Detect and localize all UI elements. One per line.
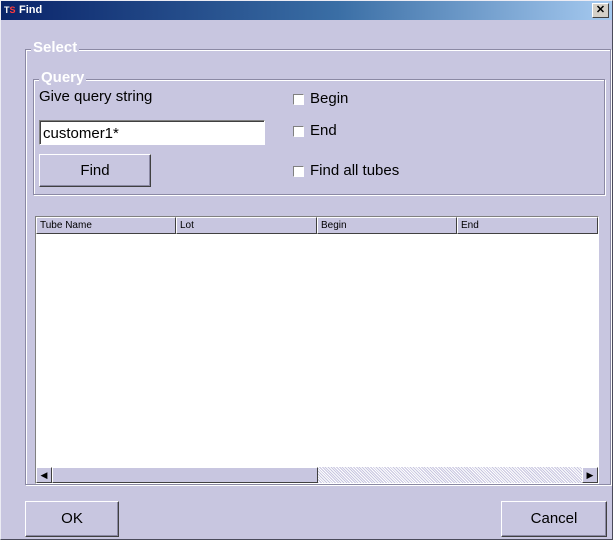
horizontal-scrollbar[interactable]: ◀ ▶ xyxy=(36,467,598,483)
table-header-row: Tube Name Lot Begin End xyxy=(36,217,598,234)
query-input[interactable]: customer1* xyxy=(39,120,265,145)
end-checkbox[interactable] xyxy=(293,126,304,137)
scroll-left-button[interactable]: ◀ xyxy=(36,467,52,483)
close-button[interactable]: ✕ xyxy=(592,3,609,18)
column-header-end[interactable]: End xyxy=(457,217,598,234)
query-prompt-label: Give query string xyxy=(39,88,153,105)
find-all-tubes-checkbox[interactable] xyxy=(293,166,304,177)
column-header-tube-name[interactable]: Tube Name xyxy=(36,217,176,234)
find-dialog: TS Find ✕ Select Query Give query string… xyxy=(0,0,613,540)
end-checkbox-label[interactable]: End xyxy=(310,122,337,140)
column-header-begin[interactable]: Begin xyxy=(317,217,457,234)
find-all-tubes-checkbox-label[interactable]: Find all tubes xyxy=(310,162,399,180)
results-table[interactable]: Tube Name Lot Begin End ◀ ▶ xyxy=(35,216,599,484)
column-header-lot[interactable]: Lot xyxy=(176,217,317,234)
app-icon: TS xyxy=(4,5,16,15)
cancel-button[interactable]: Cancel xyxy=(501,501,607,537)
title-bar[interactable]: TS Find ✕ xyxy=(1,1,612,20)
window-title: Find xyxy=(19,4,43,16)
begin-checkbox-label[interactable]: Begin xyxy=(310,90,348,108)
query-group-legend: Query xyxy=(39,69,87,86)
find-button[interactable]: Find xyxy=(39,154,151,187)
begin-checkbox[interactable] xyxy=(293,94,304,105)
close-icon: ✕ xyxy=(595,4,606,16)
scroll-right-button[interactable]: ▶ xyxy=(582,467,598,483)
select-group-legend: Select xyxy=(31,39,80,56)
ok-button[interactable]: OK xyxy=(25,501,119,537)
scrollbar-thumb[interactable] xyxy=(52,467,318,483)
arrow-right-icon: ▶ xyxy=(586,470,594,480)
arrow-left-icon: ◀ xyxy=(40,470,48,480)
